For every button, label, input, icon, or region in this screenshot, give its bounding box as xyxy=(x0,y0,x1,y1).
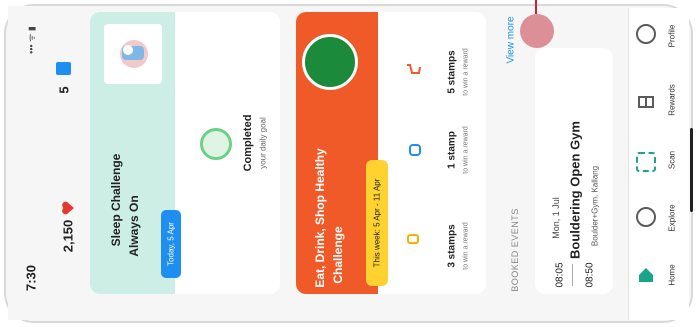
event-end-time: 08:50 xyxy=(584,262,596,288)
click-marker-line xyxy=(535,0,537,14)
stamp-3-sub: to win a reward xyxy=(462,48,470,96)
sleep-title-1: Sleep Challenge xyxy=(109,153,123,247)
cup-icon xyxy=(406,232,422,246)
booked-events-header: BOOKED EVENTS xyxy=(510,208,520,292)
nav-rewards[interactable] xyxy=(634,88,658,112)
event-location: Boulder+Gym, Kallang xyxy=(590,165,600,247)
home-indicator xyxy=(690,128,693,212)
home-icon xyxy=(637,266,655,284)
eat-title-2: Challenge xyxy=(331,226,345,284)
nav-rewards-label: Rewards xyxy=(667,84,677,116)
stamp-2-title: 1 stamp xyxy=(446,131,458,169)
stamp-2-sub: to win a reward xyxy=(462,126,470,174)
completed-title: Completed xyxy=(242,114,254,172)
status-time: 7:30 xyxy=(23,264,39,292)
stamp-count: 5 xyxy=(56,86,72,94)
event-time-divider xyxy=(572,264,573,286)
compass-icon xyxy=(636,207,656,227)
nav-scan-label: Scan xyxy=(667,150,677,170)
view-more-link[interactable]: View more xyxy=(506,16,517,63)
event-start-time: 08:05 xyxy=(554,262,566,288)
sleep-illustration xyxy=(104,24,162,84)
nav-profile[interactable] xyxy=(634,22,658,46)
cart-icon xyxy=(405,62,423,78)
nav-profile-label: Profile xyxy=(667,24,677,48)
stamp-1-title: 3 stamps xyxy=(446,224,458,268)
status-icons: ••• ᯤ ▮ xyxy=(26,26,37,54)
sleep-title-2: Always On xyxy=(127,195,141,257)
event-title: Bouldering Open Gym xyxy=(567,121,583,259)
click-marker xyxy=(520,14,554,48)
sleep-date-text: Today, 5 Apr xyxy=(166,222,176,266)
checkmark-circle-icon xyxy=(200,128,232,160)
scan-icon xyxy=(636,152,656,172)
gift-icon xyxy=(637,91,655,109)
nav-home[interactable] xyxy=(634,263,658,287)
nav-explore-label: Explore xyxy=(667,204,677,232)
completed-sub: your daily goal xyxy=(258,117,268,169)
drink-icon xyxy=(407,142,423,158)
stamp-1-sub: to win a reward xyxy=(462,222,470,270)
challenge-logo xyxy=(302,34,358,90)
heart-icon xyxy=(60,200,76,216)
nav-home-label: Home xyxy=(667,264,677,286)
profile-icon xyxy=(636,24,656,44)
nav-scan[interactable] xyxy=(634,150,658,174)
stamp-card-icon xyxy=(56,62,71,75)
stamp-3-title: 5 stamps xyxy=(446,50,458,94)
nav-explore[interactable] xyxy=(634,205,658,229)
week-badge-text: This week: 5 Apr - 11 Apr xyxy=(372,178,382,268)
event-date: Mon, 1 Jul xyxy=(551,197,561,239)
eat-title-1: Eat, Drink, Shop Healthy xyxy=(313,148,327,288)
points-value: 2,150 xyxy=(60,219,76,253)
